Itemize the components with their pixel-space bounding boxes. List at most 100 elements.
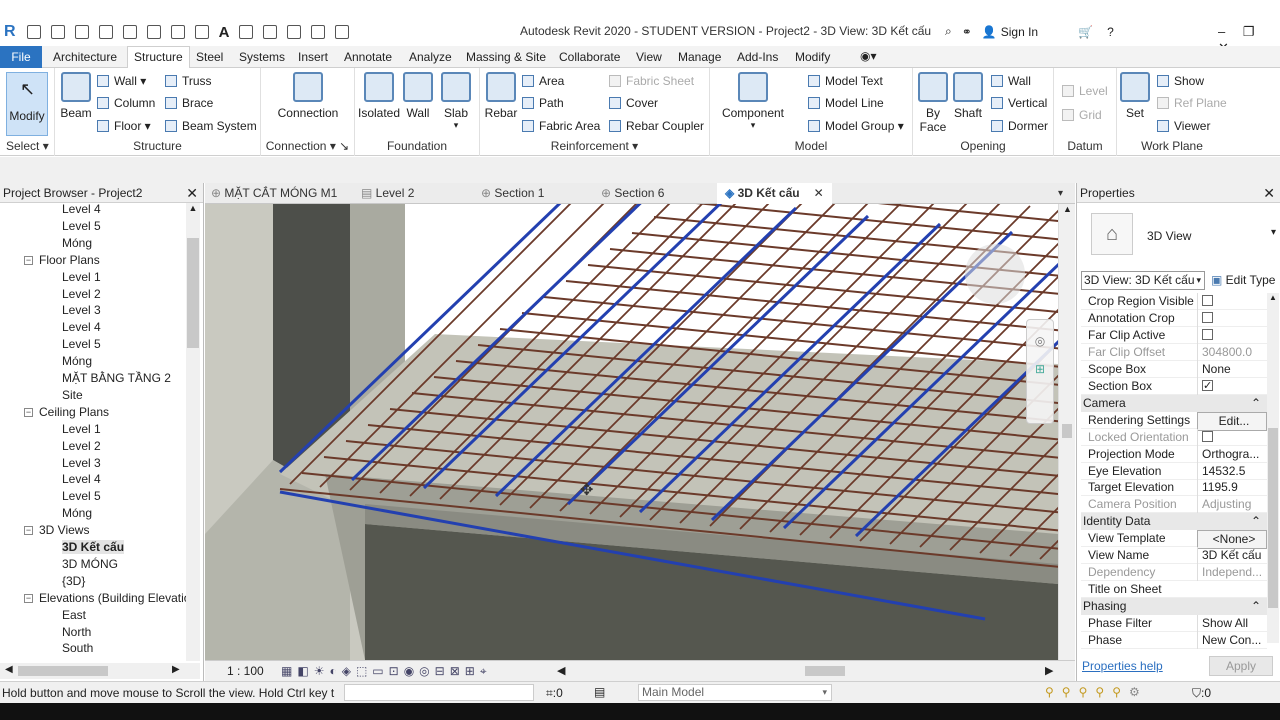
crop-view-icon[interactable]: ⬚ bbox=[356, 664, 367, 679]
wall-foundation-button[interactable]: Wall bbox=[403, 72, 433, 120]
property-value[interactable]: 1195.9 bbox=[1197, 479, 1267, 497]
background-processes-icon[interactable]: ⚙ bbox=[1129, 685, 1140, 699]
open-icon[interactable] bbox=[26, 25, 41, 39]
tab-architecture[interactable]: Architecture bbox=[53, 50, 117, 64]
navigation-bar[interactable]: ◎ ⊞ bbox=[1026, 319, 1054, 424]
binoculars-icon[interactable]: ⚭ bbox=[962, 25, 972, 39]
tree-item[interactable]: − Ceiling Plans bbox=[24, 404, 186, 421]
tab-steel[interactable]: Steel bbox=[196, 50, 223, 64]
truss-button[interactable]: Truss bbox=[165, 74, 212, 88]
tree-item[interactable]: Móng bbox=[62, 353, 186, 370]
tab-massing-site[interactable]: Massing & Site bbox=[466, 50, 546, 64]
tab-analyze[interactable]: Analyze bbox=[409, 50, 452, 64]
detail-level-icon[interactable]: ▦ bbox=[281, 664, 292, 679]
render-icon[interactable]: ◈ bbox=[342, 664, 351, 679]
ref-plane-button[interactable]: Ref Plane bbox=[1157, 96, 1227, 110]
property-checkbox[interactable] bbox=[1197, 309, 1267, 327]
area-button[interactable]: Area bbox=[522, 74, 564, 88]
visual-style-icon[interactable]: ◧ bbox=[297, 664, 308, 679]
sync-icon[interactable] bbox=[74, 25, 89, 39]
select-underlay-icon[interactable]: ⚲ bbox=[1062, 685, 1071, 699]
tab-section-1[interactable]: ⊕ Section 1 bbox=[481, 183, 544, 204]
property-value[interactable]: Orthogra... bbox=[1197, 445, 1267, 463]
tree-item[interactable]: − Elevations (Building Elevation) bbox=[24, 590, 186, 607]
collapse-icon[interactable]: − bbox=[24, 526, 33, 536]
tab-add-ins[interactable]: Add-Ins bbox=[737, 50, 778, 64]
scroll-thumb[interactable] bbox=[1062, 424, 1072, 438]
scroll-left-icon[interactable]: ◀ bbox=[557, 664, 565, 677]
property-checkbox[interactable] bbox=[1197, 377, 1267, 395]
property-value[interactable]: Independ... bbox=[1197, 564, 1267, 582]
collapse-icon[interactable]: − bbox=[24, 256, 33, 266]
connection-button[interactable]: Connection bbox=[275, 72, 341, 120]
property-checkbox[interactable] bbox=[1197, 293, 1267, 310]
checkbox-icon[interactable] bbox=[1202, 312, 1213, 324]
select-dropdown[interactable]: Select ▾ bbox=[0, 139, 54, 153]
tree-item[interactable]: MẶT BẰNG TẦNG 2 bbox=[62, 370, 186, 387]
close-hidden-windows-icon[interactable] bbox=[311, 25, 326, 39]
property-value[interactable]: New Con... bbox=[1197, 632, 1267, 649]
tree-item[interactable]: Level 5 bbox=[62, 218, 186, 235]
collapse-icon[interactable]: − bbox=[24, 408, 33, 418]
scroll-right-icon[interactable]: ▶ bbox=[1045, 664, 1053, 677]
apply-button[interactable]: Apply bbox=[1209, 656, 1273, 676]
worksharing-icon[interactable]: ⊟ bbox=[435, 664, 445, 679]
tree-item[interactable]: Level 4 bbox=[62, 471, 186, 488]
scroll-up-icon[interactable]: ▲ bbox=[186, 203, 200, 213]
restore-icon[interactable]: ❐ bbox=[1243, 24, 1255, 39]
tree-item[interactable]: Level 4 bbox=[62, 201, 186, 218]
sun-path-icon[interactable]: ☀ bbox=[314, 664, 325, 679]
text-icon[interactable]: A bbox=[219, 24, 230, 41]
instance-filter-dropdown[interactable]: 3D View: 3D Kết cấu ▾ bbox=[1081, 271, 1205, 290]
scroll-left-icon[interactable]: ◀ bbox=[5, 664, 13, 675]
checkbox-icon[interactable] bbox=[1202, 329, 1213, 341]
reveal-constraints-icon[interactable]: ⌖ bbox=[480, 664, 487, 679]
tree-item[interactable]: Level 3 bbox=[62, 455, 186, 472]
tab-section-6[interactable]: ⊕ Section 6 bbox=[601, 183, 664, 204]
hscroll-thumb[interactable] bbox=[805, 666, 845, 676]
cover-button[interactable]: Cover bbox=[609, 96, 658, 110]
path-button[interactable]: Path bbox=[522, 96, 564, 110]
scroll-thumb[interactable] bbox=[1268, 428, 1278, 608]
property-value[interactable]: 304800.0 bbox=[1197, 343, 1267, 361]
aligned-dimension-icon[interactable] bbox=[194, 25, 209, 39]
wall-button[interactable]: Wall ▾ bbox=[97, 74, 146, 88]
model-group-button[interactable]: Model Group ▾ bbox=[808, 119, 904, 133]
viewport-vscroll[interactable]: ▲ bbox=[1058, 204, 1075, 660]
select-by-face-icon[interactable]: ⚲ bbox=[1095, 685, 1104, 699]
search-icon[interactable]: ⌕ bbox=[945, 24, 952, 39]
shadows-icon[interactable]: ◐ bbox=[329, 664, 336, 679]
sign-in-link[interactable]: Sign In bbox=[1001, 25, 1038, 39]
tree-item[interactable]: Móng bbox=[62, 505, 186, 522]
rebar-button[interactable]: Rebar bbox=[484, 72, 518, 120]
steering-wheel-icon[interactable]: ◎ bbox=[1027, 334, 1053, 348]
temporary-hide-icon[interactable]: ◉ bbox=[404, 664, 414, 679]
tab-view[interactable]: View bbox=[636, 50, 662, 64]
properties-help-link[interactable]: Properties help bbox=[1082, 659, 1163, 673]
rebar-coupler-button[interactable]: Rebar Coupler bbox=[609, 119, 704, 133]
thin-lines-icon[interactable] bbox=[287, 25, 302, 39]
drag-elements-icon[interactable]: ⚲ bbox=[1112, 685, 1121, 699]
beam-button[interactable]: Beam bbox=[58, 72, 94, 120]
tab-file[interactable]: File bbox=[0, 46, 42, 68]
tab-annotate[interactable]: Annotate bbox=[344, 50, 392, 64]
tree-item[interactable]: Level 5 bbox=[62, 336, 186, 353]
reveal-hidden-icon[interactable]: ◎ bbox=[419, 664, 429, 679]
tree-item[interactable]: Level 4 bbox=[62, 319, 186, 336]
scroll-thumb[interactable] bbox=[187, 238, 199, 348]
redo-icon[interactable] bbox=[122, 25, 137, 39]
isolated-button[interactable]: Isolated bbox=[357, 72, 401, 120]
tree-item[interactable]: − Floor Plans bbox=[24, 252, 186, 269]
filter-count[interactable]: ⛉:0 bbox=[1192, 686, 1211, 701]
select-links-icon[interactable]: ⚲ bbox=[1045, 685, 1054, 699]
checkbox-checked-icon[interactable] bbox=[1202, 378, 1213, 395]
minimize-icon[interactable]: – bbox=[1218, 24, 1225, 39]
component-button[interactable]: Component ▾ bbox=[718, 72, 788, 131]
switch-windows-icon[interactable] bbox=[335, 25, 350, 39]
level-button[interactable]: Level bbox=[1062, 84, 1108, 98]
tree-item[interactable]: Level 1 bbox=[62, 269, 186, 286]
property-section[interactable]: Camera ⌃ bbox=[1081, 394, 1267, 412]
measure-icon[interactable] bbox=[170, 25, 185, 39]
select-pinned-icon[interactable]: ⚲ bbox=[1079, 685, 1088, 699]
tab-structure[interactable]: Structure bbox=[127, 46, 190, 69]
